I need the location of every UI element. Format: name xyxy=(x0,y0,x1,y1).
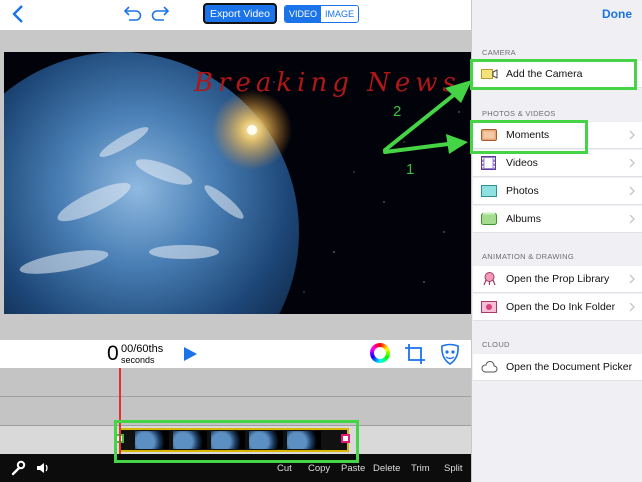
photos-label: Photos xyxy=(506,185,539,197)
section-header-camera: CAMERA xyxy=(482,48,516,57)
videos-item[interactable]: Videos xyxy=(473,150,642,177)
wrench-icon[interactable] xyxy=(10,460,26,476)
chevron-right-icon xyxy=(629,274,635,284)
copy-button[interactable]: Copy xyxy=(308,463,330,474)
camera-highlight-box xyxy=(470,59,637,90)
mask-icon[interactable] xyxy=(440,343,460,365)
chevron-right-icon xyxy=(629,302,635,312)
stage-margin-top xyxy=(0,30,471,52)
film-icon xyxy=(481,156,496,170)
section-header-animation-drawing: ANIMATION & DRAWING xyxy=(482,252,574,261)
mode-image-tab[interactable]: IMAGE xyxy=(321,6,359,22)
albums-label: Albums xyxy=(506,213,542,225)
video-preview[interactable]: Breaking News ... xyxy=(4,52,471,314)
chevron-right-icon xyxy=(629,130,635,140)
mode-video-tab[interactable]: VIDEO xyxy=(285,6,322,22)
clip-highlight-box xyxy=(114,420,359,463)
editor-pane: Export Video VIDEO IMAGE Breaking News 0… xyxy=(0,0,471,482)
prop-library-icon xyxy=(483,272,496,286)
done-button[interactable]: Done xyxy=(602,7,632,21)
play-icon[interactable] xyxy=(182,346,198,362)
prop-library-item[interactable]: Open the Prop Library xyxy=(473,266,642,293)
albums-item[interactable]: Albums xyxy=(473,206,642,233)
section-header-photos-videos: PHOTOS & VIDEOS xyxy=(482,109,556,118)
color-wheel-icon[interactable] xyxy=(370,343,390,363)
split-button[interactable]: Split xyxy=(444,463,462,474)
moments-highlight-box xyxy=(470,120,588,154)
breaking-news-title: Breaking News ... xyxy=(194,68,471,98)
albums-icon xyxy=(481,212,497,225)
chevron-right-icon xyxy=(629,158,635,168)
redo-icon[interactable] xyxy=(150,4,172,24)
cloud-icon xyxy=(481,361,498,373)
speaker-icon[interactable] xyxy=(35,460,51,476)
chevron-left-icon[interactable] xyxy=(8,3,30,25)
document-picker-item[interactable]: Open the Document Picker xyxy=(473,354,642,381)
document-picker-label: Open the Document Picker xyxy=(506,361,633,373)
photos-item[interactable]: Photos xyxy=(473,178,642,205)
transport-bar: 0 00/60ths seconds xyxy=(0,340,471,368)
crop-icon[interactable] xyxy=(404,343,426,365)
time-fraction: 00/60ths xyxy=(121,343,164,355)
undo-icon[interactable] xyxy=(121,4,143,24)
annotation-label-2: 2 xyxy=(393,103,402,120)
doink-folder-icon xyxy=(481,301,497,313)
doink-folder-label: Open the Do Ink Folder xyxy=(506,301,616,313)
photos-icon xyxy=(481,185,497,197)
stage-margin-bottom xyxy=(0,314,471,340)
paste-button[interactable]: Paste xyxy=(341,463,365,474)
time-seconds: 0 xyxy=(107,342,119,365)
prop-library-label: Open the Prop Library xyxy=(506,273,610,285)
annotation-label-1: 1 xyxy=(406,161,415,178)
export-video-button[interactable]: Export Video xyxy=(203,3,277,24)
cut-button[interactable]: Cut xyxy=(277,463,292,474)
delete-button[interactable]: Delete xyxy=(373,463,400,474)
mode-segmented-control: VIDEO IMAGE xyxy=(284,5,360,23)
trim-button[interactable]: Trim xyxy=(411,463,430,474)
top-toolbar: Export Video VIDEO IMAGE xyxy=(0,0,471,30)
chevron-right-icon xyxy=(629,214,635,224)
chevron-right-icon xyxy=(629,186,635,196)
track-divider xyxy=(0,396,471,397)
section-header-cloud: CLOUD xyxy=(482,340,510,349)
videos-label: Videos xyxy=(506,157,538,169)
time-unit-label: seconds xyxy=(121,355,155,365)
doink-folder-item[interactable]: Open the Do Ink Folder xyxy=(473,294,642,321)
